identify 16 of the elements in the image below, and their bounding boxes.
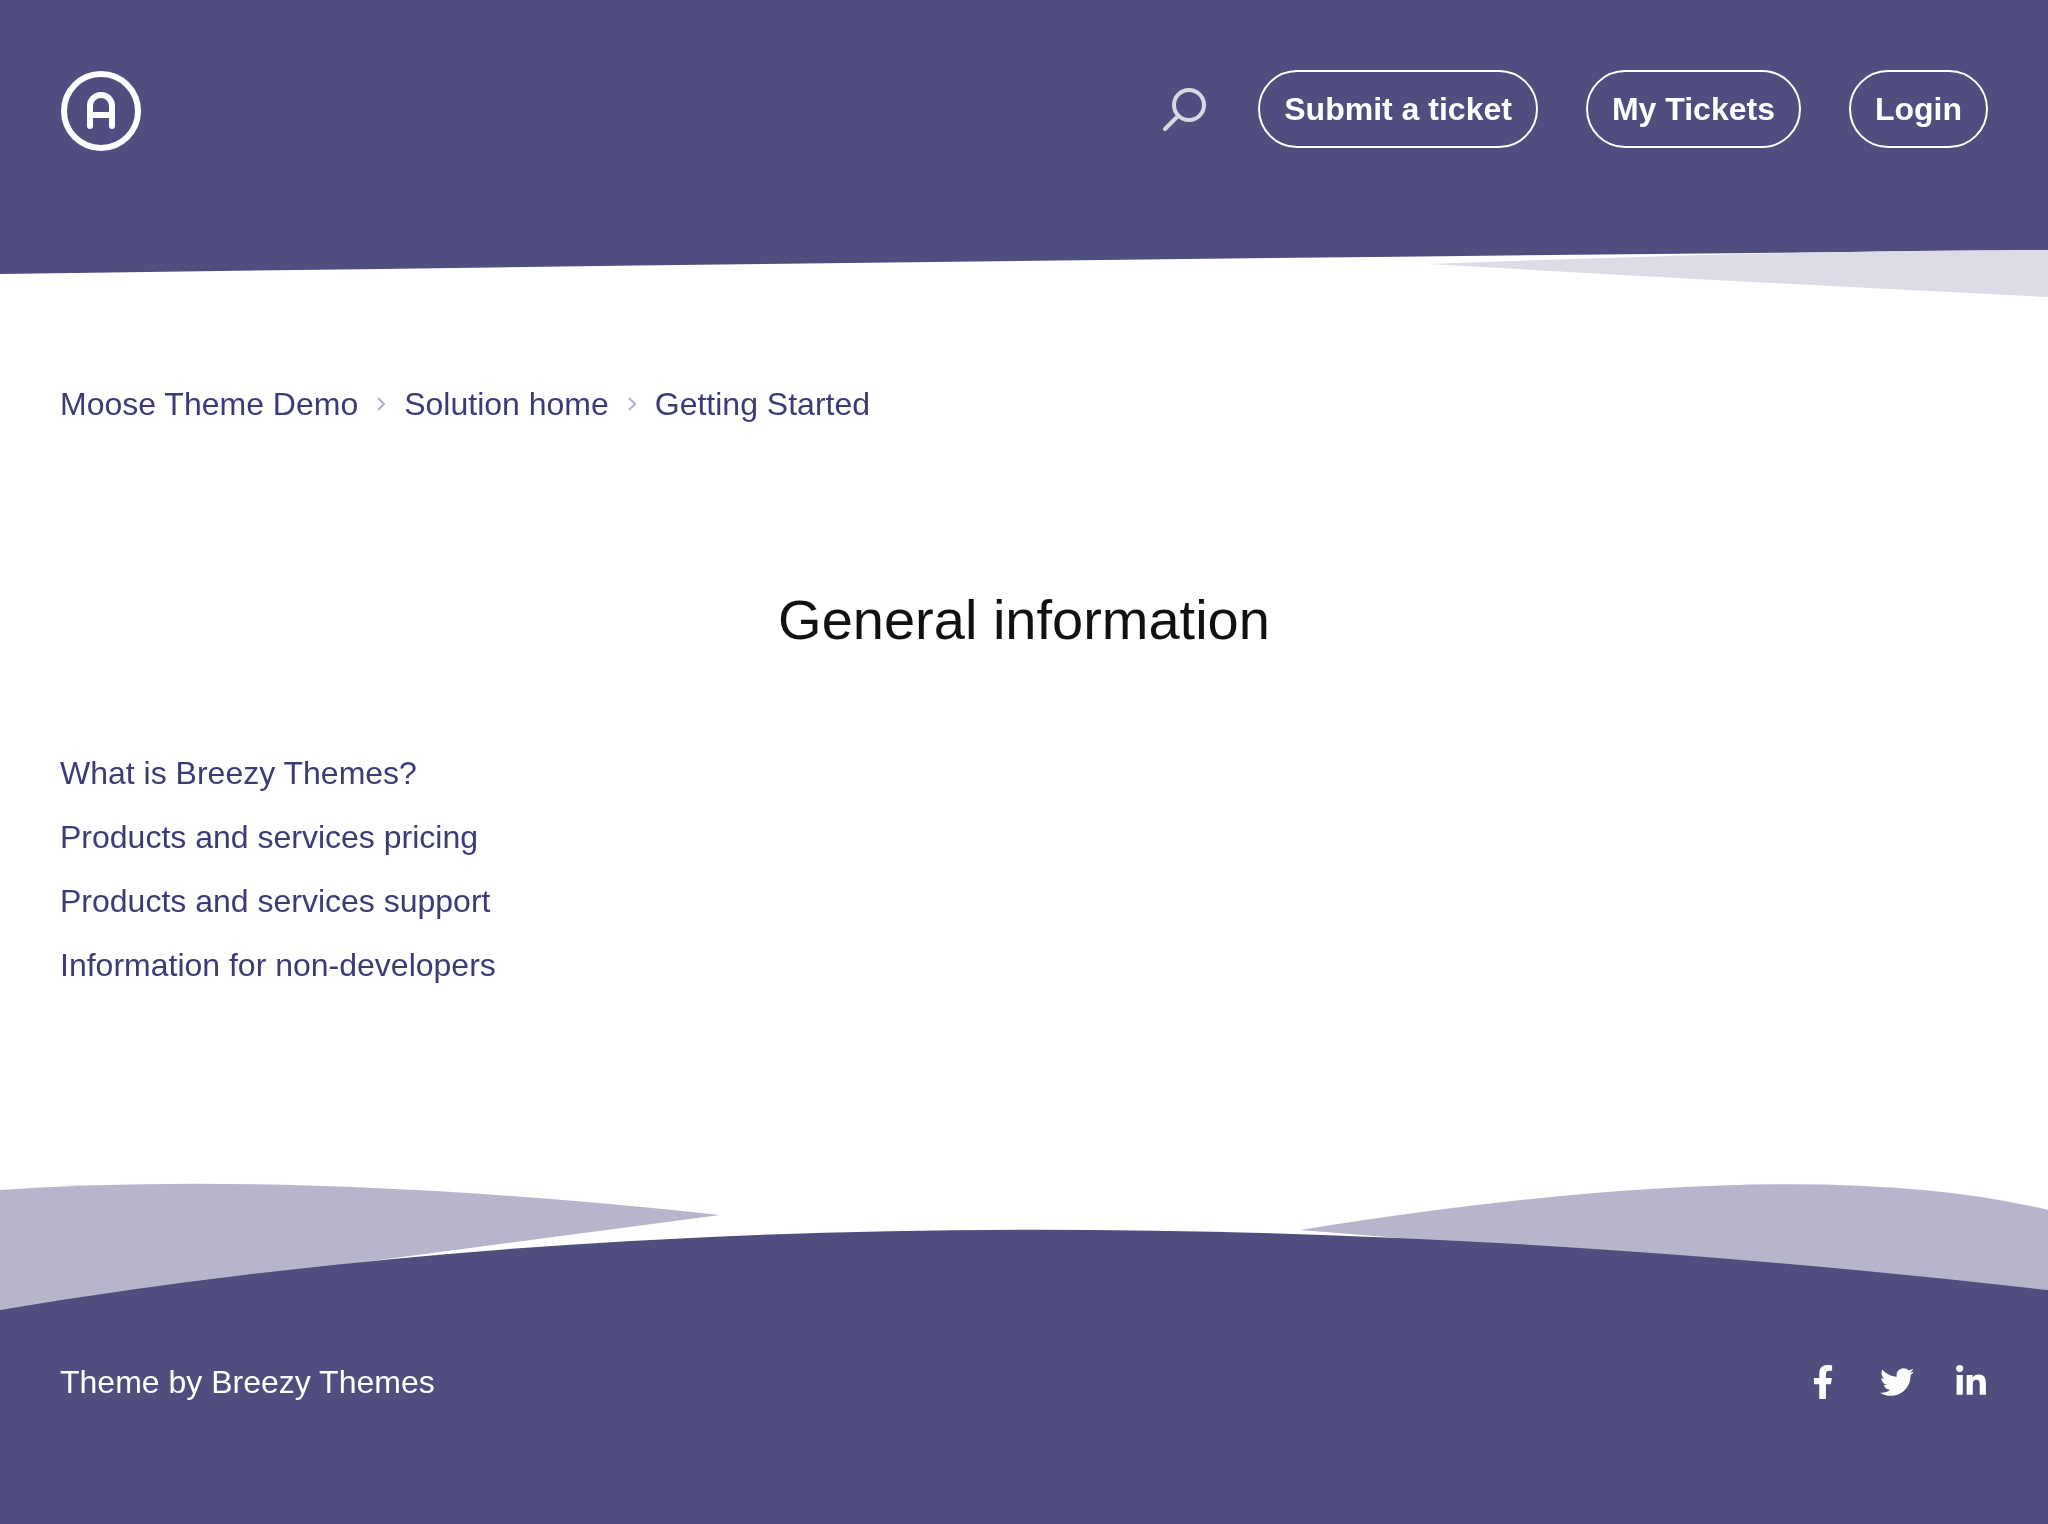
- logo-icon[interactable]: [60, 70, 142, 152]
- breadcrumb-link[interactable]: Moose Theme Demo: [60, 380, 359, 428]
- footer-credit: Theme by Breezy Themes: [60, 1363, 435, 1402]
- nav-button[interactable]: Login: [1848, 70, 1988, 148]
- article-link[interactable]: Information for non-developers: [60, 944, 496, 986]
- article-link[interactable]: What is Breezy Themes?: [60, 752, 417, 794]
- breadcrumb-link[interactable]: Solution home: [404, 380, 609, 428]
- breadcrumb-link[interactable]: Getting Started: [654, 380, 870, 428]
- nav-button[interactable]: Submit a ticket: [1258, 70, 1538, 148]
- twitter-icon[interactable]: [1880, 1365, 1914, 1399]
- article-link[interactable]: Products and services pricing: [60, 816, 478, 858]
- chevron-icon: [626, 396, 637, 412]
- chevron-icon: [376, 396, 387, 412]
- page-title: General information: [777, 587, 1271, 653]
- nav-button[interactable]: My Tickets: [1585, 70, 1801, 148]
- article-link[interactable]: Products and services support: [60, 880, 491, 922]
